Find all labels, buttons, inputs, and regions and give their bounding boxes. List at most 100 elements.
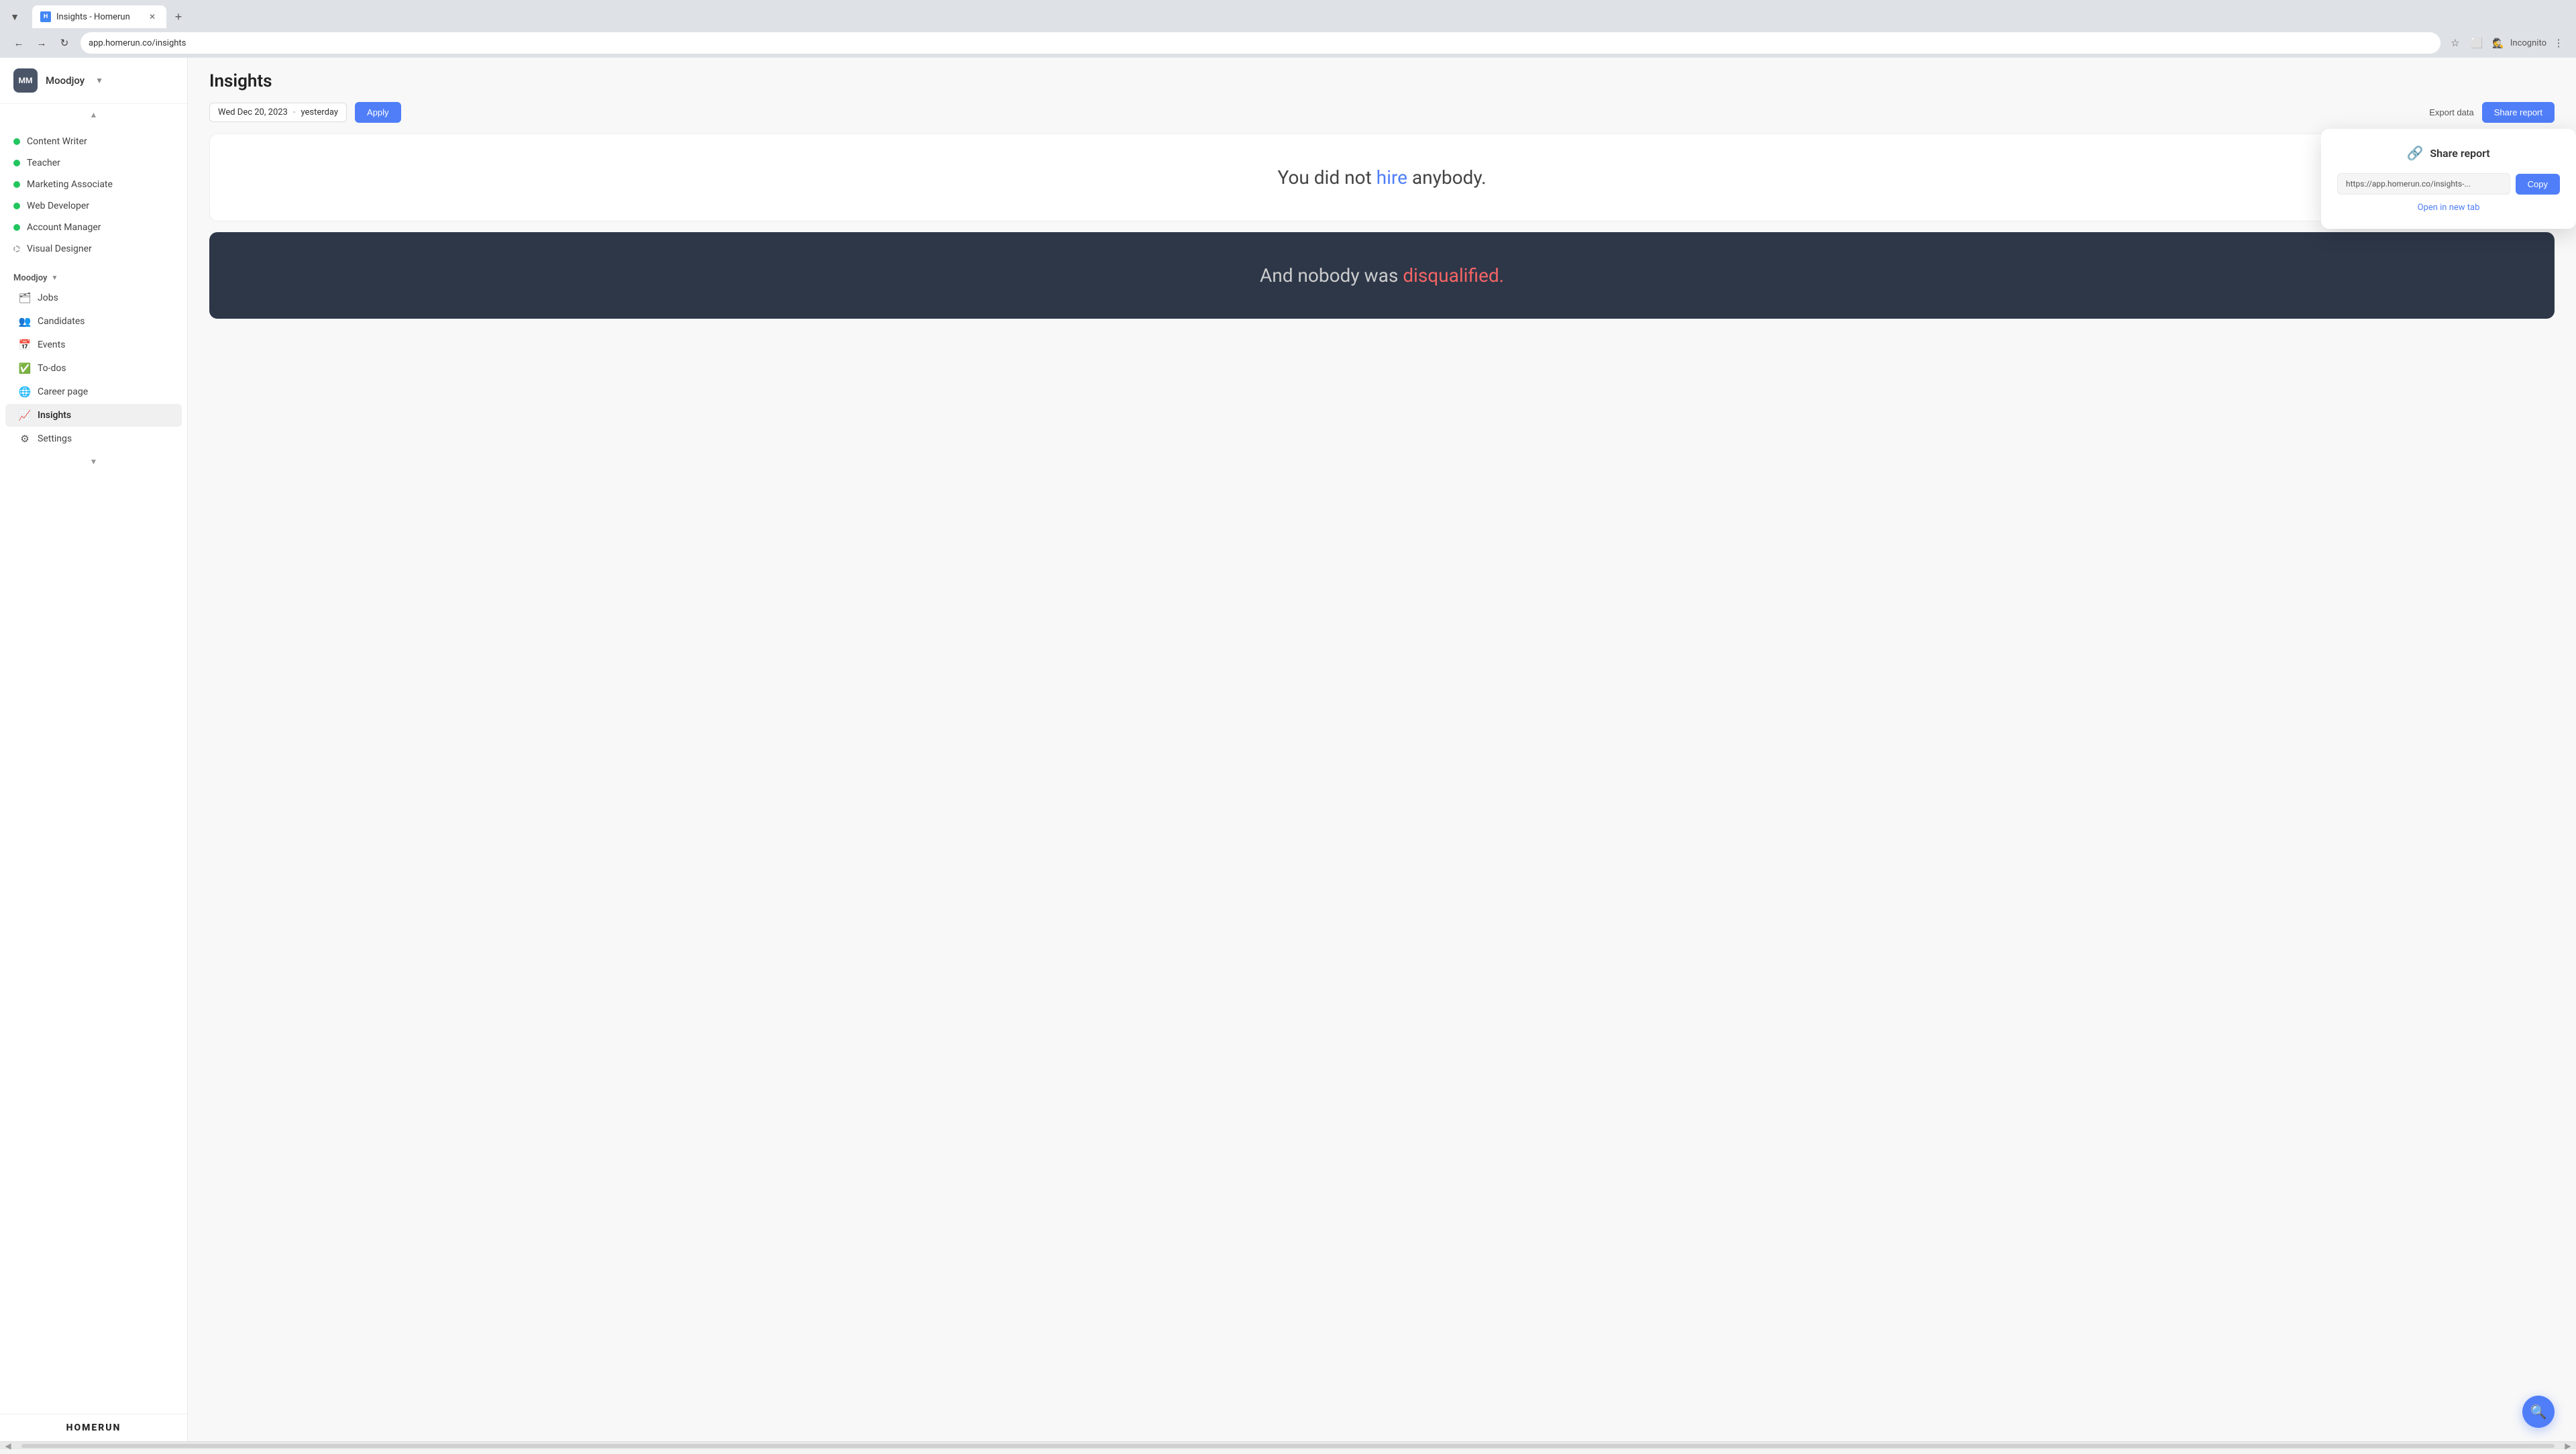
reload-button[interactable]: ↻ [54, 32, 75, 54]
job-item-visual-designer[interactable]: Visual Designer [0, 238, 187, 260]
apply-button[interactable]: Apply [355, 102, 401, 123]
sidebar-item-label: To-dos [38, 363, 66, 374]
hire-panel-text: You did not hire anybody. [231, 166, 2532, 189]
user-dropdown-icon[interactable]: ▼ [95, 76, 103, 85]
sidebar-item-label: Settings [38, 433, 72, 444]
share-url-input[interactable]: https://app.homerun.co/insights-... [2337, 173, 2510, 195]
sidebar-item-jobs[interactable]: 🗂 Jobs [5, 287, 182, 309]
events-icon: 📅 [19, 339, 31, 351]
browser-actions: ☆ ⬜ 🕵 Incognito ⋮ [2446, 34, 2568, 52]
homerun-logo: HOMERUN [13, 1422, 174, 1433]
app-container: MM Moodjoy ▼ ▲ Content Writer Teacher [0, 58, 2576, 1441]
sidebar-footer: HOMERUN [0, 1414, 187, 1441]
incognito-label: Incognito [2510, 38, 2546, 48]
sidebar-item-events[interactable]: 📅 Events [5, 333, 182, 356]
sidebar-item-career-page[interactable]: 🌐 Career page [5, 380, 182, 403]
job-label: Visual Designer [27, 244, 92, 254]
split-view-button[interactable]: ⬜ [2467, 34, 2486, 52]
status-dot [13, 203, 20, 209]
career-page-icon: 🌐 [19, 386, 31, 398]
sidebar-item-label: Career page [38, 386, 88, 397]
scrollbar-track [21, 1444, 2555, 1448]
sidebar-item-label: Candidates [38, 316, 85, 327]
sidebar-item-candidates[interactable]: 👥 Candidates [5, 310, 182, 333]
share-popup: 🔗 Share report https://app.homerun.co/in… [2321, 129, 2576, 229]
job-label: Account Manager [27, 222, 101, 233]
browser-chrome: ▼ H Insights - Homerun ✕ + ← → ↻ app.hom… [0, 0, 2576, 58]
toolbar-right: Export data Share report [2429, 102, 2555, 123]
sidebar-scroll: ▲ Content Writer Teacher Marketing Assoc… [0, 104, 187, 1414]
job-item-content-writer[interactable]: Content Writer [0, 131, 187, 152]
user-name: Moodjoy [46, 74, 85, 87]
section-label[interactable]: Moodjoy ▼ [13, 273, 174, 283]
open-in-new-tab-link[interactable]: Open in new tab [2337, 203, 2560, 213]
export-button[interactable]: Export data [2429, 107, 2474, 117]
scroll-up-button[interactable]: ▲ [86, 107, 102, 123]
status-dot [13, 181, 20, 188]
date-range[interactable]: Wed Dec 20, 2023 - yesterday [209, 103, 347, 122]
sidebar-item-settings[interactable]: ⚙ Settings [5, 427, 182, 450]
copy-button[interactable]: Copy [2516, 174, 2560, 195]
address-bar: ← → ↻ app.homerun.co/insights ☆ ⬜ 🕵 Inco… [0, 28, 2576, 58]
candidates-icon: 👥 [19, 315, 31, 327]
tab-close-button[interactable]: ✕ [146, 11, 158, 23]
search-fab[interactable]: 🔍 [2522, 1396, 2555, 1428]
search-fab-icon: 🔍 [2530, 1404, 2547, 1420]
hire-text-after: anybody. [1407, 166, 1487, 189]
incognito-button[interactable]: 🕵 [2489, 34, 2508, 52]
address-url: app.homerun.co/insights [89, 38, 186, 48]
back-button[interactable]: ← [8, 32, 30, 54]
menu-button[interactable]: ⋮ [2549, 34, 2568, 52]
job-item-marketing-associate[interactable]: Marketing Associate [0, 174, 187, 195]
jobs-icon: 🗂 [19, 292, 31, 304]
sidebar-item-insights[interactable]: 📈 Insights [5, 404, 182, 427]
disqualified-text-before: And nobody was [1260, 264, 1403, 287]
sidebar-section: Moodjoy ▼ [0, 265, 187, 286]
todos-icon: ✅ [19, 362, 31, 374]
insights-icon: 📈 [19, 409, 31, 421]
bookmark-button[interactable]: ☆ [2446, 34, 2465, 52]
date-to: yesterday [301, 107, 338, 117]
new-tab-button[interactable]: + [169, 7, 188, 26]
bottom-scrollbar: ◀ ▶ [0, 1441, 2576, 1449]
tab-list-button[interactable]: ▼ [5, 7, 24, 26]
job-label: Content Writer [27, 136, 87, 147]
hire-text-before: You did not [1277, 166, 1376, 189]
job-item-teacher[interactable]: Teacher [0, 152, 187, 174]
main-content: Insights Wed Dec 20, 2023 - yesterday Ap… [188, 58, 2576, 1441]
sidebar-item-label: Events [38, 340, 65, 350]
job-label: Web Developer [27, 201, 89, 211]
disqualified-highlight: disqualified. [1403, 264, 1504, 287]
address-input[interactable]: app.homerun.co/insights [80, 32, 2440, 54]
avatar: MM [13, 68, 38, 93]
job-item-account-manager[interactable]: Account Manager [0, 217, 187, 238]
share-url-row: https://app.homerun.co/insights-... Copy [2337, 173, 2560, 195]
share-report-button[interactable]: Share report [2482, 102, 2555, 123]
scroll-left-button[interactable]: ◀ [0, 1438, 16, 1454]
toolbar: Wed Dec 20, 2023 - yesterday Apply Expor… [188, 91, 2576, 134]
section-name: Moodjoy [13, 273, 47, 283]
job-label: Marketing Associate [27, 179, 113, 190]
status-dot [13, 160, 20, 166]
sidebar-header: MM Moodjoy ▼ [0, 58, 187, 104]
content-area: You did not hire anybody. And nobody was… [188, 134, 2576, 1441]
job-item-web-developer[interactable]: Web Developer [0, 195, 187, 217]
nav-list: 🗂 Jobs 👥 Candidates 📅 Events ✅ To-dos 🌐 [0, 287, 187, 450]
disqualified-panel-text: And nobody was disqualified. [231, 264, 2533, 287]
share-popup-title: Share report [2430, 147, 2489, 160]
sidebar-item-label: Jobs [38, 293, 58, 303]
page-header: Insights [188, 58, 2576, 91]
forward-button[interactable]: → [31, 32, 52, 54]
tab-bar: ▼ H Insights - Homerun ✕ + [0, 0, 2576, 28]
job-label: Teacher [27, 158, 60, 168]
sidebar: MM Moodjoy ▼ ▲ Content Writer Teacher [0, 58, 188, 1441]
scroll-down-button[interactable]: ▼ [86, 454, 102, 470]
active-tab[interactable]: H Insights - Homerun ✕ [32, 5, 166, 28]
page-title: Insights [209, 71, 2555, 91]
scroll-right-button[interactable]: ▶ [2560, 1438, 2576, 1454]
share-popup-icon: 🔗 [2407, 145, 2423, 161]
settings-icon: ⚙ [19, 433, 31, 445]
tab-favicon: H [40, 11, 51, 22]
tab-left-controls: ▼ [5, 7, 24, 26]
sidebar-item-todos[interactable]: ✅ To-dos [5, 357, 182, 380]
